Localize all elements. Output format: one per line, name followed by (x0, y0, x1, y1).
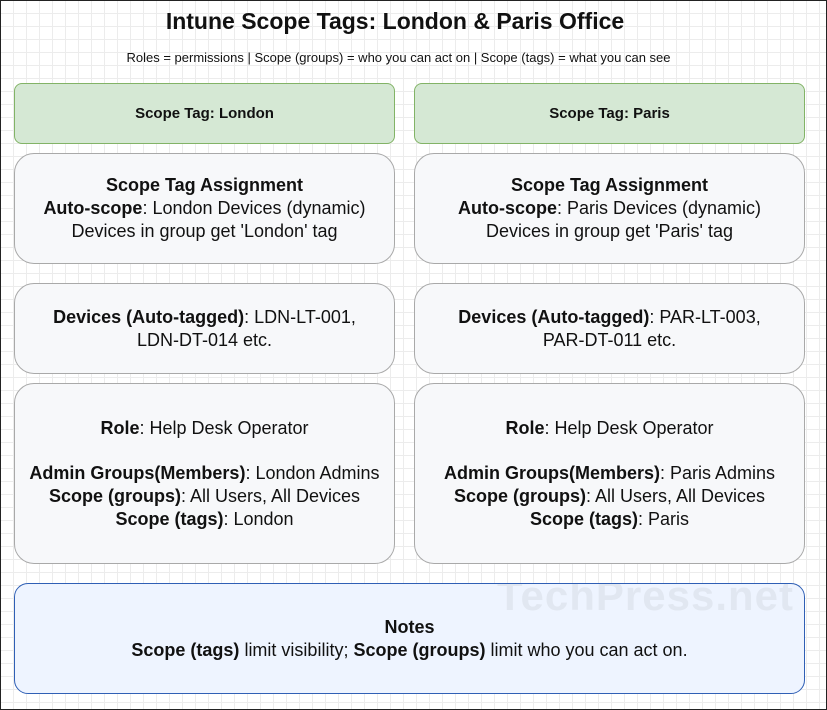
watermark: TechPress.net (496, 583, 794, 619)
london-role-box: Role: Help Desk Operator Admin Groups(Me… (14, 383, 395, 564)
paris-role: Role: Help Desk Operator (505, 417, 714, 438)
london-scope-tag-header: Scope Tag: London (14, 83, 395, 144)
paris-header-label: Scope Tag: Paris (549, 105, 670, 122)
paris-assignment-box: Scope Tag Assignment Auto-scope: Paris D… (414, 153, 805, 264)
london-auto-scope: Auto-scope: London Devices (dynamic) (43, 198, 366, 218)
london-devices-line2: LDN-DT-014 etc. (136, 329, 273, 350)
notes-heading: Notes (384, 616, 435, 637)
london-scope-groups: Scope (groups): All Users, All Devices (48, 485, 361, 506)
paris-assignment-heading: Scope Tag Assignment (510, 175, 709, 195)
notes-box: TechPress.net Notes Scope (tags) limit v… (14, 583, 805, 694)
paris-devices-line2: PAR-DT-011 etc. (542, 329, 677, 350)
diagram-title: Intune Scope Tags: London & Paris Office (165, 8, 625, 34)
london-tag-note: Devices in group get 'London' tag (71, 221, 338, 241)
paris-admin-groups: Admin Groups(Members): Paris Admins (443, 462, 776, 483)
paris-devices-box: Devices (Auto-tagged): PAR-LT-003, PAR-D… (414, 283, 805, 374)
paris-devices-line1: Devices (Auto-tagged): PAR-LT-003, (458, 306, 761, 327)
paris-auto-scope: Auto-scope: Paris Devices (dynamic) (457, 198, 762, 218)
paris-tag-note: Devices in group get 'Paris' tag (486, 221, 733, 241)
london-scope-tags: Scope (tags): London (115, 508, 294, 529)
paris-role-box: Role: Help Desk Operator Admin Groups(Me… (414, 383, 805, 564)
diagram-subtitle: Roles = permissions | Scope (groups) = w… (126, 50, 671, 65)
paris-scope-groups: Scope (groups): All Users, All Devices (453, 485, 766, 506)
london-devices-box: Devices (Auto-tagged): LDN-LT-001, LDN-D… (14, 283, 395, 374)
london-role: Role: Help Desk Operator (100, 417, 309, 438)
notes-text: Scope (tags) limit visibility; Scope (gr… (131, 639, 688, 660)
paris-scope-tag-header: Scope Tag: Paris (414, 83, 805, 144)
london-header-label: Scope Tag: London (135, 105, 274, 122)
london-assignment-heading: Scope Tag Assignment (105, 175, 304, 195)
london-admin-groups: Admin Groups(Members): London Admins (29, 462, 380, 483)
london-devices-line1: Devices (Auto-tagged): LDN-LT-001, (53, 306, 356, 327)
london-assignment-box: Scope Tag Assignment Auto-scope: London … (14, 153, 395, 264)
paris-scope-tags: Scope (tags): Paris (529, 508, 690, 529)
